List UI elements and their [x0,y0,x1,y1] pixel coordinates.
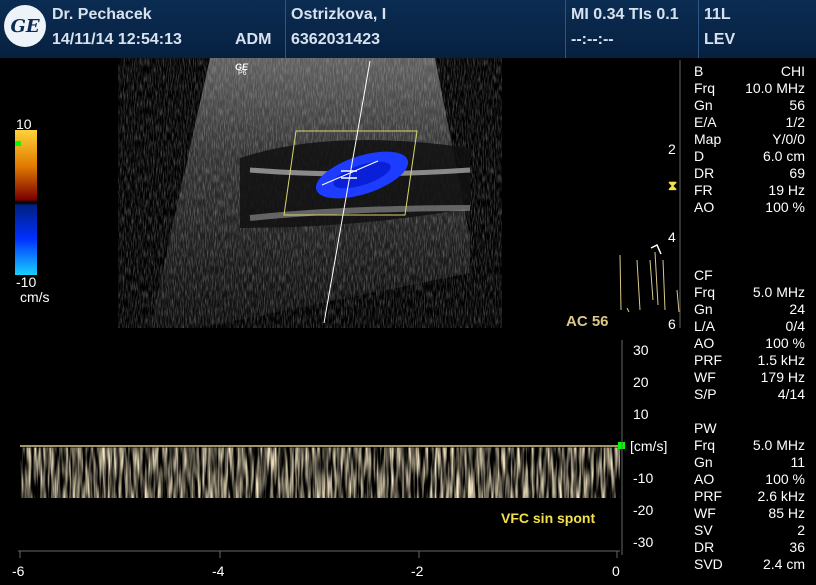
param-value: CHI [780,63,805,79]
time-tick: 0 [612,563,620,579]
exam-datetime: 14/11/14 12:54:13 [52,31,182,48]
param-label: PW [694,420,717,436]
param-value: 5.0 MHz [752,284,805,300]
color-velocity-bar [15,130,37,275]
param-label: PRF [694,488,722,504]
param-label: S/P [694,386,717,402]
param-value: 6.0 cm [762,148,805,164]
color-bar-bottom: -10 [16,274,37,290]
param-value: 100 % [765,335,805,351]
param-value: 100 % [765,199,805,215]
velocity-tick: 20 [633,374,649,390]
param-label: Frq [694,284,715,300]
param-label: AO [694,335,715,351]
time-tick: -6 [12,563,25,579]
param-value: 11 [790,454,805,470]
param-label: E/A [694,114,717,130]
ge-logo-icon: GE [4,5,46,47]
doppler-spectrum [20,445,620,497]
param-value: 100 % [765,471,805,487]
operator-name: Dr. Pechacek [52,6,152,23]
color-baseline-marker [15,141,21,146]
param-label: B [694,63,704,79]
time-tick: -2 [411,563,424,579]
velocity-tick: 30 [633,342,649,358]
param-label: DR [694,539,715,555]
param-value: 2.6 kHz [757,488,805,504]
param-label: Gn [694,301,713,317]
side-label: LEV [704,31,736,48]
probe-mark-sub: P6 [238,70,247,77]
param-label: DR [694,165,715,181]
dept-code: ADM [235,31,272,48]
depth-mark: 2 [668,141,676,157]
bmode-image [150,58,471,328]
param-value: 19 Hz [768,182,805,198]
velocity-tick: -20 [633,502,654,518]
spectral-preview [619,243,680,313]
param-value: 24 [789,301,805,317]
probe-label: 11L [704,6,731,23]
param-label: AO [694,199,715,215]
header-bar: GE Dr. Pechacek 14/11/14 12:54:13 ADM Os… [0,0,816,58]
param-value: 10.0 MHz [745,80,805,96]
param-value: 1.5 kHz [757,352,805,368]
param-value: 5.0 MHz [752,437,805,453]
patient-name: Ostrizkova, I [291,6,387,23]
param-label: WF [694,369,716,385]
param-value: 69 [789,165,805,181]
param-label: SVD [694,556,723,572]
param-value: 36 [789,539,805,555]
param-value: 56 [789,97,805,113]
param-label: Frq [694,437,715,453]
color-bar-top: 10 [16,116,32,132]
time-tick: -4 [212,563,225,579]
focus-marker-icon: ⧗ [668,178,678,193]
mi-tis-readout: MI 0.34 TIs 0.1 [571,6,679,23]
velocity-tick: 10 [633,406,649,422]
velocity-unit: [cm/s] [630,438,668,454]
param-label: Gn [694,97,713,113]
param-value: 2 [797,522,805,538]
param-value: 4/14 [777,386,805,402]
param-label: Map [694,131,722,147]
patient-id: 6362031423 [291,31,380,48]
param-label: WF [694,505,716,521]
param-value: 2.4 cm [762,556,805,572]
param-label: Frq [694,80,715,96]
velocity-tick: -10 [633,470,654,486]
param-value: 0/4 [785,318,805,334]
timer-readout: --:--:-- [571,31,614,48]
param-label: CF [694,267,713,283]
param-label: D [694,148,705,164]
param-label: Gn [694,454,713,470]
param-value: 1/2 [785,114,805,130]
param-value: 85 Hz [768,505,805,521]
color-bar-unit: cm/s [20,289,50,305]
ac-label: AC 56 [566,313,609,330]
velocity-tick: -30 [633,534,654,550]
param-label: SV [694,522,713,538]
param-value: Y/0/0 [772,131,805,147]
param-label: PRF [694,352,722,368]
annotation-text: VFC sin spont [501,510,596,526]
param-label: AO [694,471,715,487]
param-label: FR [694,182,713,198]
param-value: 179 Hz [760,369,805,385]
param-label: L/A [694,318,716,334]
time-axis [18,550,620,558]
